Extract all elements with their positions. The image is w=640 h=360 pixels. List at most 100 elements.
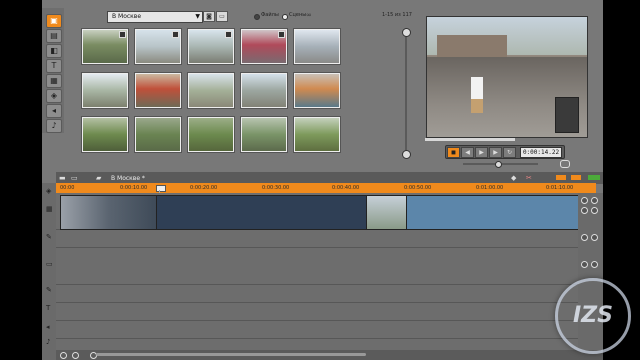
timeline-view-icon[interactable]: ▭ (71, 174, 78, 182)
pen-icon[interactable]: ✎ (46, 233, 52, 241)
library-scroll-knob[interactable] (402, 28, 411, 37)
menu-icon[interactable]: ▦ (46, 74, 62, 88)
video-clip-thumbnail[interactable] (366, 195, 408, 230)
voice-track[interactable] (56, 321, 580, 339)
watermark-logo: IZS (555, 278, 631, 354)
audio-meter-icon (588, 175, 600, 180)
overlay-track-icon[interactable]: ▭ (46, 260, 53, 268)
video-clip-selected[interactable] (156, 195, 368, 230)
media-thumbnail[interactable] (82, 29, 128, 64)
watermark-text: IZS (573, 303, 613, 328)
timeline-ruler[interactable]: 00:00 0:00:10.00 0:00:20.00 0:00:30.00 0… (56, 183, 596, 193)
used-marker-icon (278, 31, 285, 38)
camera-icon[interactable]: ◙ (203, 11, 215, 22)
preview-child (471, 77, 483, 99)
volume-knob[interactable] (495, 161, 502, 168)
item-count: 1-15 из 117 (382, 12, 412, 18)
used-marker-icon (225, 31, 232, 38)
link-icon[interactable] (560, 160, 570, 168)
timeline-tracks (56, 193, 580, 351)
timeline-scrollbar[interactable] (56, 350, 603, 360)
files-label: Файлы (261, 12, 279, 18)
media-thumbnail[interactable] (82, 73, 128, 108)
speaker-icon[interactable] (591, 234, 598, 241)
eye-icon[interactable] (581, 207, 588, 214)
eye-icon[interactable] (581, 261, 588, 268)
preview-progress (425, 138, 515, 141)
video-editor-window: ▣ ▤ ◧ T ▦ ◈ ◂ ♪ В Москве ▼ ◙ ▭ Файлы Сце… (42, 0, 603, 360)
media-thumbnail[interactable] (188, 117, 234, 152)
title-track[interactable] (56, 303, 580, 321)
media-thumbnail[interactable] (135, 29, 181, 64)
video-clip[interactable] (406, 195, 580, 230)
transition-icon[interactable]: ◧ (46, 44, 62, 58)
library-tool-rail: ▣ ▤ ◧ T ▦ ◈ ◂ ♪ (42, 8, 64, 133)
storyboard-icon[interactable]: ▬ (59, 174, 66, 182)
folder-name: В Москве (112, 13, 142, 20)
scenes-radio[interactable] (282, 14, 288, 20)
media-thumbnail[interactable] (241, 73, 287, 108)
loop-icon[interactable]: ◼ (447, 147, 460, 158)
repeat-icon[interactable]: ↻ (503, 147, 516, 158)
lock-icon[interactable]: ◈ (46, 187, 51, 195)
speaker-icon[interactable] (591, 207, 598, 214)
snap-icon[interactable]: ◆ (511, 174, 516, 182)
zoom-out-icon[interactable] (556, 175, 566, 180)
media-thumbnail[interactable] (135, 117, 181, 152)
speaker-icon[interactable] (591, 197, 598, 204)
media-thumbnail[interactable] (294, 73, 340, 108)
playhead-handle[interactable] (156, 185, 166, 192)
forward-icon[interactable]: ▶ (489, 147, 502, 158)
timecode-field[interactable]: 0:00:14.22 (520, 147, 562, 158)
project-title: В Москве * (111, 175, 145, 182)
video-track-icon[interactable]: ▦ (46, 205, 53, 213)
audio-icon[interactable]: ◂ (46, 104, 62, 118)
effects-track[interactable] (56, 285, 580, 303)
effects-icon[interactable]: ◈ (46, 89, 62, 103)
eye-icon[interactable] (581, 197, 588, 204)
overlay-track[interactable] (56, 248, 580, 285)
ruler-tick: 0:00:40.00 (332, 185, 360, 191)
rewind-icon[interactable]: ◀ (461, 147, 474, 158)
eye-icon[interactable] (581, 234, 588, 241)
ruler-tick: 0:00:50.00 (404, 185, 432, 191)
folder-icon[interactable]: ▣ (46, 14, 62, 28)
effects-track-icon[interactable]: ✎ (46, 286, 52, 294)
ruler-tick: 0:01:10.00 (546, 185, 574, 191)
media-thumbnail[interactable] (294, 117, 340, 152)
title-icon[interactable]: T (46, 59, 62, 73)
scenes-label: Сцены (289, 12, 307, 18)
media-thumbnail[interactable] (241, 29, 287, 64)
scroll-thumb[interactable] (96, 353, 366, 356)
music-icon[interactable]: ♪ (46, 119, 62, 133)
zoom-minus-icon[interactable] (60, 352, 67, 359)
library-scroll-end-knob[interactable] (402, 150, 411, 159)
media-thumbnail[interactable] (188, 29, 234, 64)
media-thumbnail[interactable] (135, 73, 181, 108)
zoom-plus-icon[interactable] (72, 352, 79, 359)
voice-track-icon[interactable]: ◂ (46, 323, 50, 331)
main-video-track[interactable] (56, 193, 580, 230)
razor-icon[interactable]: ✂ (526, 174, 532, 182)
audio-track[interactable] (56, 230, 580, 248)
files-radio[interactable] (254, 14, 260, 20)
media-thumbnail[interactable] (241, 117, 287, 152)
media-thumbnail[interactable] (188, 73, 234, 108)
glasses-icon[interactable]: ∞ (306, 11, 312, 19)
media-thumbnail[interactable] (294, 29, 340, 64)
preview-fountain (437, 35, 507, 57)
media-thumbnail[interactable] (82, 117, 128, 152)
speaker-icon[interactable] (591, 261, 598, 268)
library-scroll-track[interactable] (405, 28, 407, 153)
player-preview[interactable] (426, 16, 588, 138)
folder-dropdown[interactable]: В Москве ▼ (107, 11, 203, 23)
project-folder-icon[interactable]: ▰ (96, 174, 101, 182)
open-folder-icon[interactable]: ▭ (216, 11, 228, 22)
music-track-icon[interactable]: ♪ (46, 338, 50, 346)
play-icon[interactable]: ▶ (475, 147, 488, 158)
zoom-in-icon[interactable] (571, 175, 581, 180)
title-track-icon[interactable]: T (46, 304, 50, 312)
chevron-down-icon: ▼ (195, 13, 200, 20)
video-clip-thumbnails[interactable] (60, 195, 158, 230)
photo-icon[interactable]: ▤ (46, 29, 62, 43)
